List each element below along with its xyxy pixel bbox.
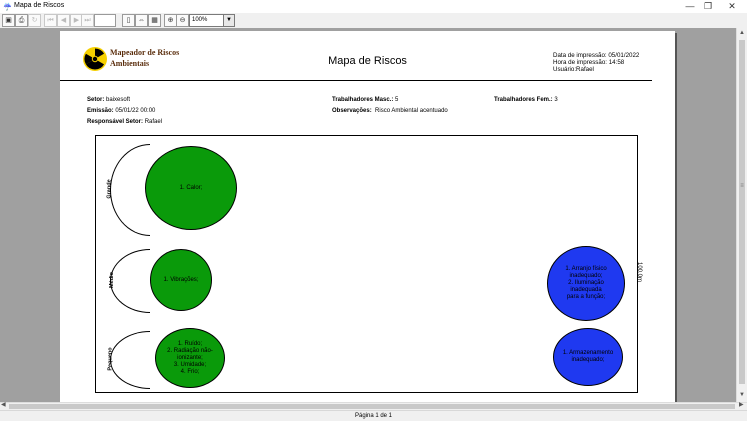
trabalhadores-masc-field: Trabalhadores Masc.: 5 [332, 97, 399, 103]
emissao-field: Emissão: 05/01/22 00:00 [87, 108, 156, 114]
print-time: Hora de impressão: 14:58 [553, 59, 625, 66]
scroll-left-icon[interactable]: ◀ [1, 401, 6, 408]
risk-map: Grande 1. Calor; Médio 1. Vibrações; Peq… [95, 135, 638, 393]
risk-circle-pequeno-green: 1. Ruído; 2. Radiação não- ionizante; 3.… [155, 328, 225, 388]
scroll-up-icon[interactable]: ▲ [737, 28, 747, 38]
close-button[interactable]: ✕ [718, 0, 746, 13]
multi-page-icon[interactable]: ▦ [148, 14, 161, 27]
band-label-grande: Grande [106, 179, 113, 199]
last-page-icon[interactable]: ⏭ [81, 14, 94, 27]
window-title-bar: ☔ Mapa de Riscos — ❐ ✕ [0, 0, 747, 13]
risk-circle-grande-green: 1. Calor; [145, 146, 237, 230]
chevron-down-icon[interactable]: ▼ [223, 14, 235, 27]
report-page: Mapeador de Riscos Ambientais Mapa de Ri… [60, 31, 675, 402]
logo-subtitle: Ambientais [110, 59, 150, 68]
risk-circle-pequeno-blue: 1. Armazenamento inadequado; [553, 328, 623, 386]
responsavel-field: Responsável Setor: Rafael [87, 119, 163, 125]
status-bar: Página 1 de 1 [0, 410, 747, 421]
radiation-icon [83, 47, 107, 71]
band-label-medio: Médio [108, 272, 115, 288]
scroll-grip-icon: ≡ [740, 183, 744, 189]
app-icon: ☔ [3, 4, 12, 11]
scroll-right-icon[interactable]: ▶ [739, 401, 744, 408]
vertical-scrollbar[interactable]: ▲ ≡ ▼ [736, 28, 747, 402]
risk-circle-medio-green: 1. Vibrações; [150, 249, 212, 311]
horizontal-scrollbar[interactable]: ◀ ▶ [0, 402, 747, 410]
window-title: Mapa de Riscos [14, 2, 65, 9]
preview-viewport: Mapeador de Riscos Ambientais Mapa de Ri… [0, 28, 736, 402]
header-divider [60, 80, 652, 81]
risk-circle-medio-blue: 1. Arranjo físico inadequado; 2. Ilumina… [547, 246, 625, 321]
horizontal-scroll-thumb[interactable] [9, 404, 735, 409]
band-grande [110, 144, 150, 236]
trabalhadores-fem-field: Trabalhadores Fem.: 3 [494, 97, 558, 103]
prev-page-icon[interactable]: ◀ [57, 14, 70, 27]
page-number-input[interactable] [94, 14, 116, 27]
logo-title: Mapeador de Riscos [110, 48, 180, 57]
zoom-select[interactable]: 100% [189, 14, 225, 27]
single-page-icon[interactable]: ▯ [122, 14, 135, 27]
map-scale-note: 100.0m [636, 261, 643, 283]
observacoes-field: Observações: Risco Ambiental acentuado [332, 108, 448, 114]
scroll-down-icon[interactable]: ▼ [737, 390, 747, 400]
first-page-icon[interactable]: ⏮ [44, 14, 57, 27]
band-medio [110, 249, 150, 313]
setor-field: Setor: baixesoft [87, 97, 131, 103]
print-icon[interactable]: ⎙ [15, 14, 28, 27]
band-label-pequeno: Pequeno [107, 347, 114, 371]
print-user: Usuário:Rafael [553, 66, 594, 73]
preview-toolbar: ▣ ⎙ ↻ ⏮ ◀ ▶ ⏭ ▯ ⇔ ▦ ⊕ ⊖ 100% ▼ [0, 13, 747, 29]
report-title: Mapa de Riscos [328, 55, 407, 67]
fit-width-icon[interactable]: ⇔ [135, 14, 148, 27]
page-indicator: Página 1 de 1 [354, 413, 393, 419]
band-pequeno [110, 331, 150, 389]
zoom-out-icon[interactable]: ⊖ [176, 14, 189, 27]
print-date: Data de impressão: 05/01/2022 [553, 52, 640, 59]
save-icon[interactable]: ▣ [2, 14, 15, 27]
refresh-icon[interactable]: ↻ [28, 14, 41, 27]
vertical-scroll-thumb[interactable] [739, 40, 745, 384]
